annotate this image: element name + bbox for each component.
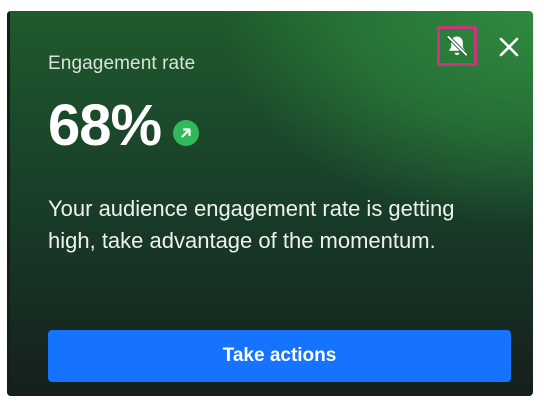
mute-notifications-button[interactable] (437, 26, 477, 66)
metric-value: 68% (48, 93, 162, 158)
bell-off-icon (446, 34, 469, 57)
engagement-card: Engagement rate 68% Your audience engage… (7, 11, 533, 396)
close-button[interactable] (496, 34, 522, 60)
trend-badge (173, 120, 200, 146)
close-icon (499, 37, 519, 57)
card-title: Engagement rate (48, 53, 196, 74)
metric-row: 68% (48, 93, 200, 159)
take-actions-button[interactable]: Take actions (48, 330, 511, 382)
card-description: Your audience engagement rate is getting… (48, 196, 455, 253)
arrow-up-right-icon (181, 128, 191, 138)
